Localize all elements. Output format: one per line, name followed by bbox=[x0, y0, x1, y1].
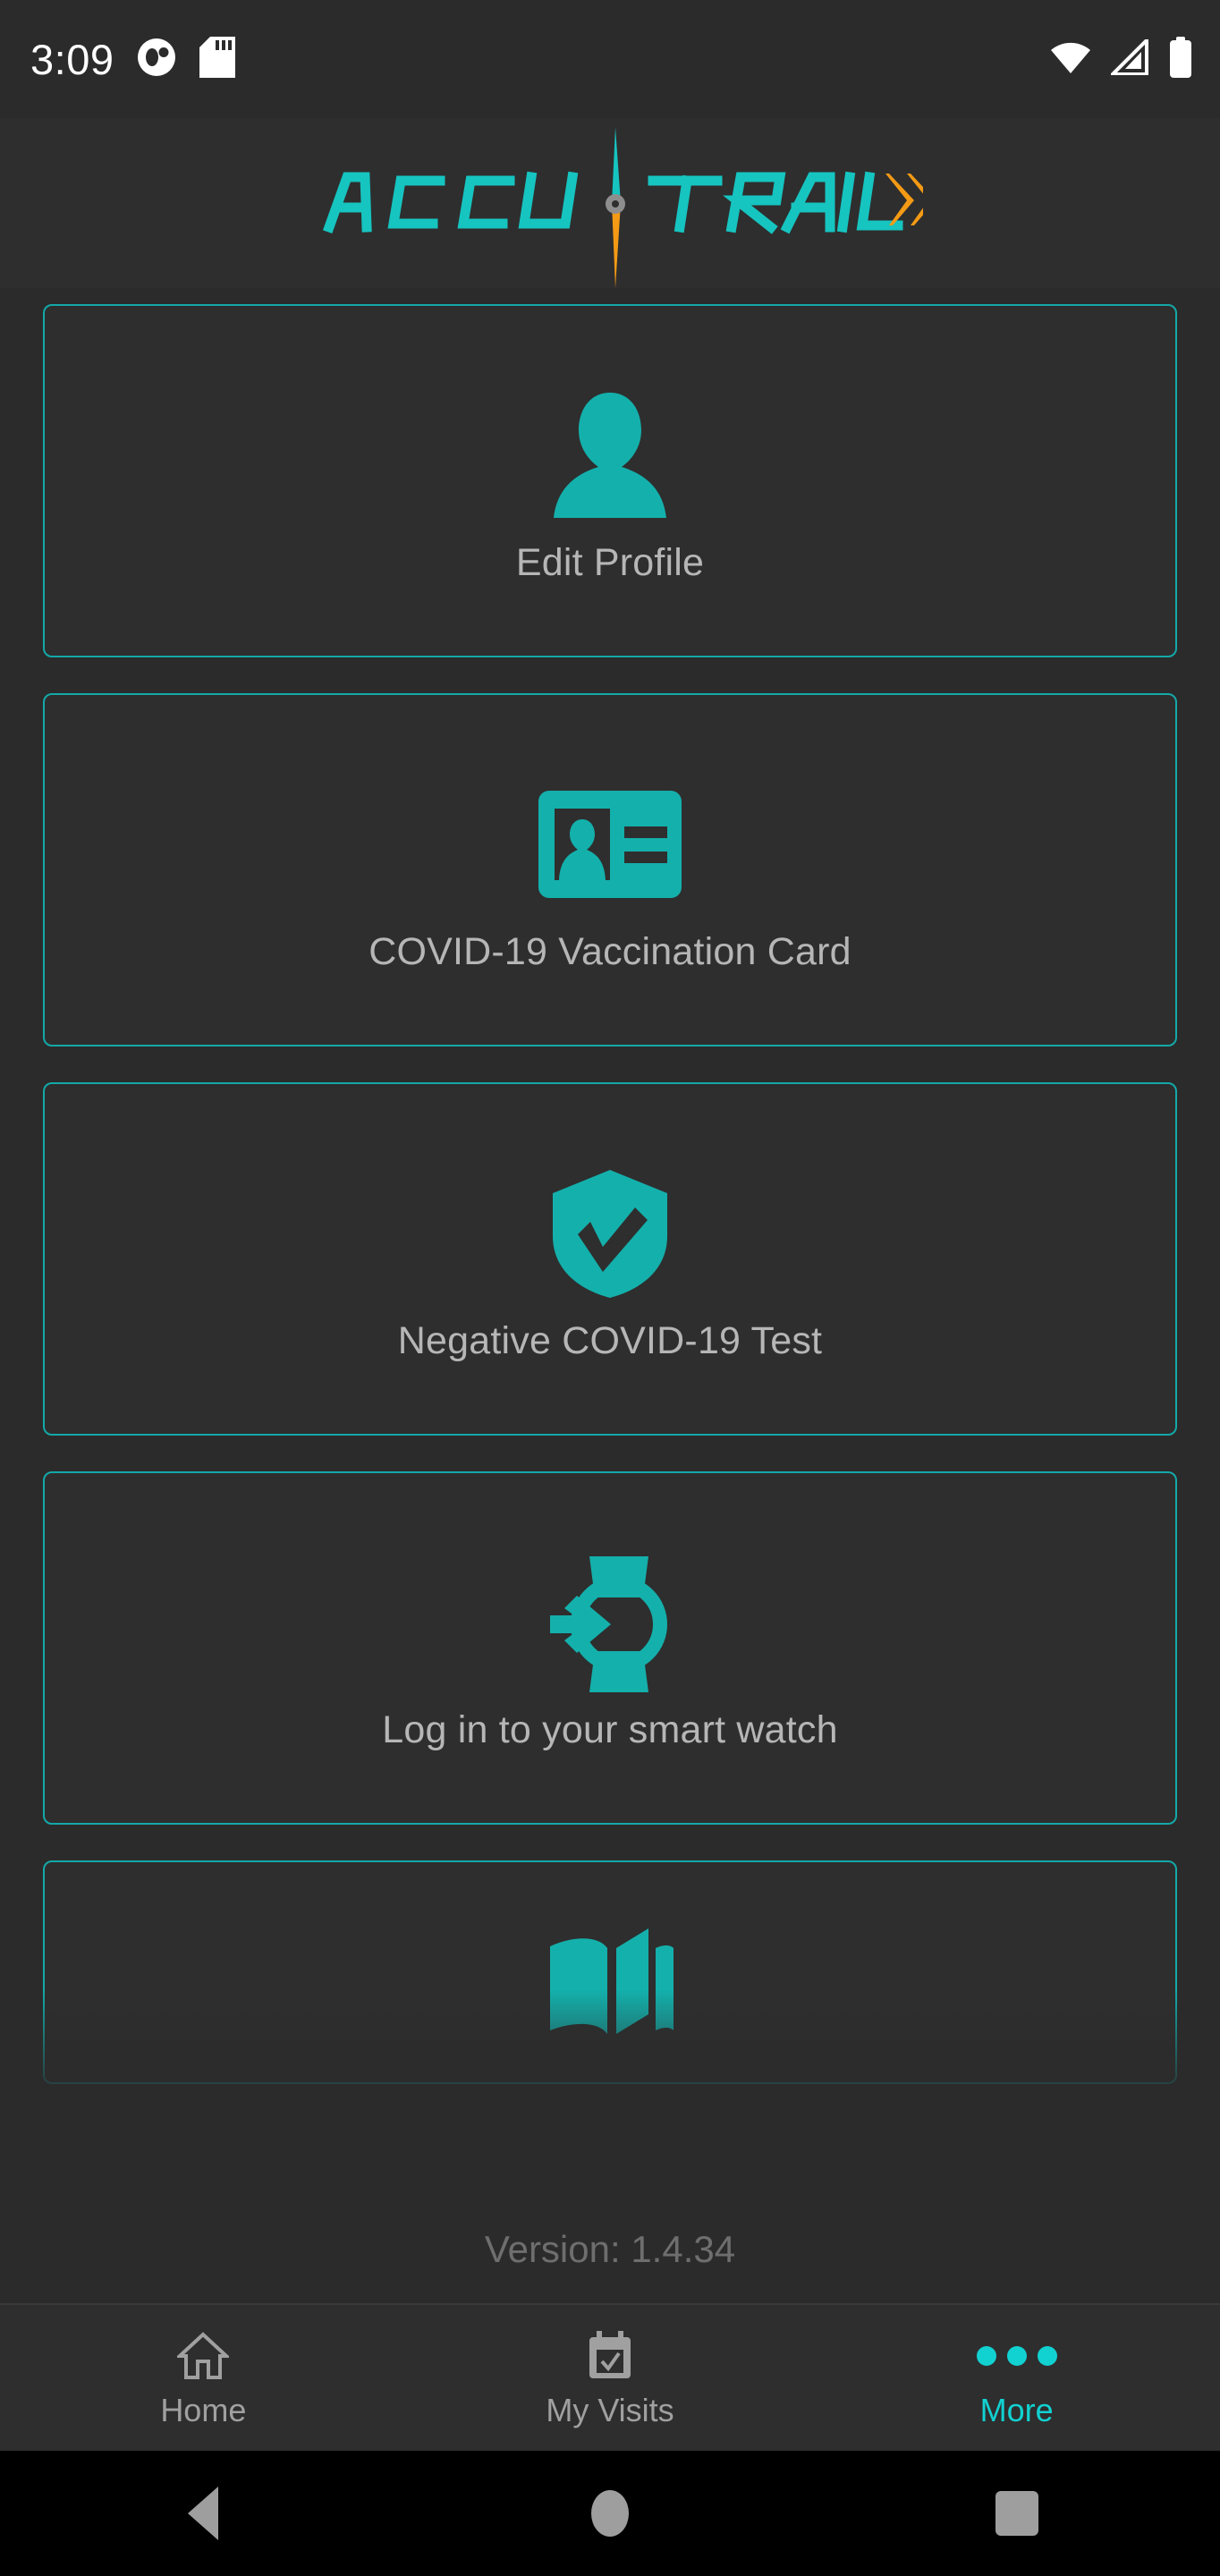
nav-item-more[interactable]: More bbox=[813, 2305, 1220, 2451]
more-dots-icon bbox=[976, 2330, 1057, 2382]
card-negative-test[interactable]: Negative COVID-19 Test bbox=[43, 1082, 1177, 1436]
cellular-signal-icon bbox=[1108, 35, 1148, 80]
status-bar-clock: 3:09 bbox=[30, 35, 114, 83]
card-label: COVID-19 Vaccination Card bbox=[369, 930, 851, 973]
person-icon bbox=[543, 379, 677, 531]
card-smart-watch-login[interactable]: Log in to your smart watch bbox=[43, 1471, 1177, 1825]
bottom-navigation[interactable]: Home My Visits More bbox=[0, 2303, 1220, 2451]
version-footer: Version: 1.4.34 bbox=[0, 2196, 1220, 2303]
status-bar-right bbox=[1050, 35, 1193, 82]
app-screen: 3:09 Edit Profile COVID-19 Vaccination C… bbox=[0, 0, 1220, 2576]
dot bbox=[976, 2345, 996, 2366]
status-bar: 3:09 bbox=[0, 0, 1220, 118]
app-header bbox=[0, 118, 1220, 288]
id-card-icon bbox=[538, 768, 682, 920]
card-vaccination[interactable]: COVID-19 Vaccination Card bbox=[43, 693, 1177, 1046]
card-guide-book[interactable] bbox=[43, 1860, 1177, 2084]
dot bbox=[1006, 2345, 1027, 2366]
open-book-icon bbox=[543, 1916, 677, 2050]
nav-label: My Visits bbox=[546, 2391, 674, 2428]
accutrail-logo bbox=[297, 123, 923, 288]
sd-card-icon bbox=[199, 36, 236, 82]
recents-square-icon[interactable] bbox=[928, 2451, 1106, 2576]
shield-check-icon bbox=[547, 1157, 673, 1309]
card-edit-profile[interactable]: Edit Profile bbox=[43, 304, 1177, 657]
card-label: Log in to your smart watch bbox=[382, 1708, 838, 1751]
dot bbox=[1037, 2345, 1057, 2366]
card-label: Edit Profile bbox=[515, 541, 705, 584]
menu-list[interactable]: Edit Profile COVID-19 Vaccination Card N… bbox=[0, 288, 1220, 2196]
nav-item-home[interactable]: Home bbox=[0, 2305, 407, 2451]
contact-circle-icon bbox=[137, 38, 176, 81]
version-label: Version: 1.4.34 bbox=[484, 2228, 736, 2270]
nav-item-my-visits[interactable]: My Visits bbox=[407, 2305, 814, 2451]
status-bar-left: 3:09 bbox=[30, 35, 236, 83]
nav-label: Home bbox=[160, 2391, 247, 2428]
calendar-check-icon bbox=[586, 2330, 634, 2382]
home-icon bbox=[177, 2330, 230, 2382]
wifi-icon bbox=[1050, 39, 1091, 80]
card-label: Negative COVID-19 Test bbox=[397, 1319, 823, 1362]
nav-label: More bbox=[979, 2391, 1054, 2428]
battery-icon bbox=[1168, 36, 1193, 82]
home-circle-icon[interactable] bbox=[521, 2451, 699, 2576]
system-navigation-bar[interactable] bbox=[0, 2451, 1220, 2576]
back-triangle-icon[interactable] bbox=[114, 2451, 292, 2576]
smart-watch-login-icon bbox=[543, 1546, 677, 1699]
